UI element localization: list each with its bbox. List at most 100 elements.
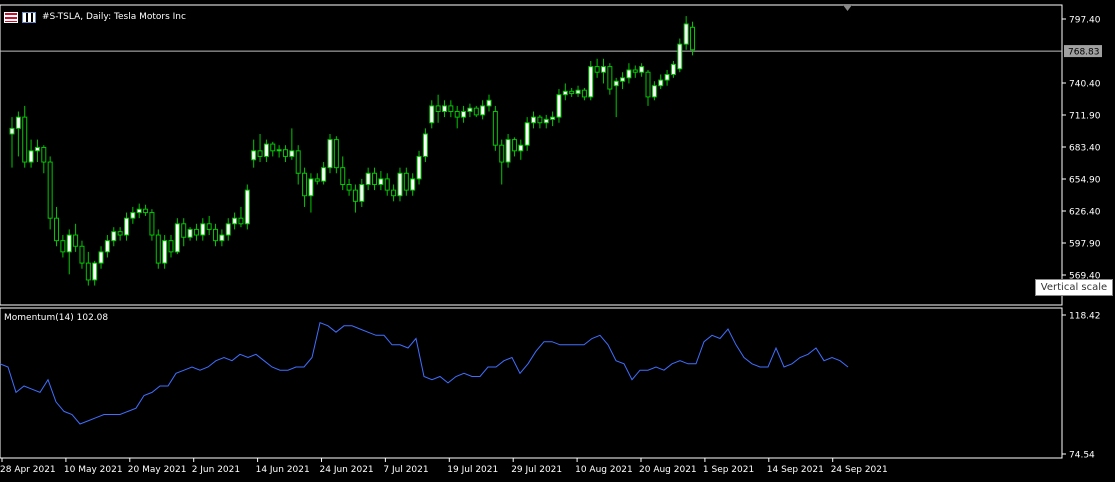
time-tick-label: 2 Jun 2021: [192, 465, 240, 475]
candle-body: [461, 111, 467, 118]
candle-body: [467, 107, 473, 113]
candle-body: [174, 223, 180, 253]
candle-body: [683, 23, 689, 45]
time-tick-label: 1 Sep 2021: [703, 465, 754, 475]
candle-body: [397, 172, 403, 197]
candle-body: [492, 111, 498, 146]
time-tick-label: 7 Jul 2021: [383, 465, 428, 475]
candle-body: [384, 178, 390, 191]
candle-body: [54, 217, 60, 242]
candle-body: [193, 228, 199, 236]
momentum-tick-label: 118.42: [1069, 312, 1101, 322]
time-tick-label: 20 May 2021: [128, 465, 187, 475]
price-tick-label: 626.40: [1069, 208, 1101, 218]
time-axis[interactable]: 28 Apr 2021 10 May 2021 20 May 2021 2 Jun 2…: [0, 458, 888, 475]
candle-body: [238, 217, 244, 225]
candle-body: [104, 240, 110, 253]
candle-body: [429, 105, 435, 124]
candle-body: [130, 212, 136, 219]
time-tick-label: 10 May 2021: [64, 465, 123, 475]
candle-body: [225, 223, 231, 236]
candle-body: [352, 189, 358, 202]
time-tick-label: 24 Jun 2021: [320, 465, 374, 475]
candle: [588, 60, 594, 101]
candle-body: [123, 217, 129, 236]
candle-body: [302, 172, 308, 197]
momentum-pane[interactable]: [0, 307, 1063, 459]
momentum-indicator-label[interactable]: Momentum(14) 102.08: [4, 313, 108, 323]
momentum-pane-background: [0, 307, 1063, 459]
candle-body: [181, 223, 187, 238]
candle-body: [85, 262, 91, 281]
candle-body: [594, 66, 600, 73]
candle-body: [632, 69, 638, 73]
time-tick-label: 20 Aug 2021: [639, 465, 697, 475]
candle-body: [473, 107, 479, 116]
candle: [327, 133, 333, 174]
chart-canvas[interactable]: 797.40 768.83 740.40 711.90 683.40 654.90 626.…: [0, 0, 1115, 479]
candle-body: [251, 150, 257, 161]
candle-body: [340, 167, 346, 186]
candle-body: [155, 234, 161, 264]
candle-body: [117, 231, 123, 236]
candle-body: [372, 172, 378, 186]
time-tick-label: 29 Jul 2021: [511, 465, 562, 475]
price-tick-label: 740.40: [1069, 80, 1101, 90]
candle-body: [244, 189, 250, 225]
candle-body: [295, 150, 301, 174]
candle-body: [556, 94, 562, 118]
candle-body: [346, 184, 352, 191]
candle-body: [422, 133, 428, 157]
candle-body: [435, 105, 441, 113]
candle-body: [550, 116, 556, 120]
instrument-flag-icon[interactable]: [4, 11, 18, 23]
candle-body: [562, 90, 568, 96]
candle-body: [670, 63, 676, 75]
candle-body: [454, 111, 460, 118]
chart-type-icon[interactable]: [22, 11, 36, 23]
candle-body: [416, 155, 422, 180]
candle-body: [537, 116, 543, 124]
candle-body: [651, 85, 657, 98]
candle-body: [111, 231, 117, 242]
candle-body: [391, 189, 397, 197]
candle-body: [448, 105, 454, 113]
candle-body: [677, 43, 683, 70]
candle-body: [187, 228, 193, 238]
price-axis[interactable]: 797.40 768.83 740.40 711.90 683.40 654.90 626.…: [1062, 16, 1102, 282]
candle-body: [28, 150, 34, 163]
candle-body: [270, 143, 276, 152]
candle-body: [9, 127, 15, 135]
candle-body: [168, 240, 174, 253]
chart-header: #S-TSLA, Daily: Tesla Motors Inc: [4, 10, 186, 24]
candle-body: [92, 262, 98, 281]
candle-body: [282, 149, 288, 157]
candle-body: [581, 89, 587, 98]
candle-body: [79, 245, 85, 264]
candle-body: [206, 223, 212, 230]
price-pane[interactable]: [0, 4, 1063, 306]
trading-chart[interactable]: 797.40 768.83 740.40 711.90 683.40 654.90 626.…: [0, 0, 1115, 479]
time-tick-label: 28 Apr 2021: [0, 465, 56, 475]
candle-body: [98, 251, 104, 264]
current-price-label: 768.83: [1068, 48, 1100, 58]
candle-body: [486, 99, 492, 107]
candle-body: [575, 89, 581, 95]
candle-body: [289, 150, 295, 157]
candle-body: [232, 217, 238, 225]
momentum-axis[interactable]: 118.42 74.54: [1062, 312, 1101, 461]
candle-body: [410, 178, 416, 191]
candle-body: [308, 178, 314, 197]
chart-title: #S-TSLA, Daily: Tesla Motors Inc: [42, 12, 186, 22]
candle-body: [499, 144, 505, 163]
candle-body: [531, 116, 537, 124]
candle: [174, 218, 180, 255]
candle: [333, 136, 339, 174]
candle: [244, 184, 250, 230]
price-tick-label: 683.40: [1069, 144, 1101, 154]
time-tick-label: 14 Jun 2021: [256, 465, 310, 475]
candle-body: [276, 149, 282, 152]
candle-body: [658, 79, 664, 87]
candle-body: [263, 143, 269, 157]
candle-body: [162, 240, 168, 264]
